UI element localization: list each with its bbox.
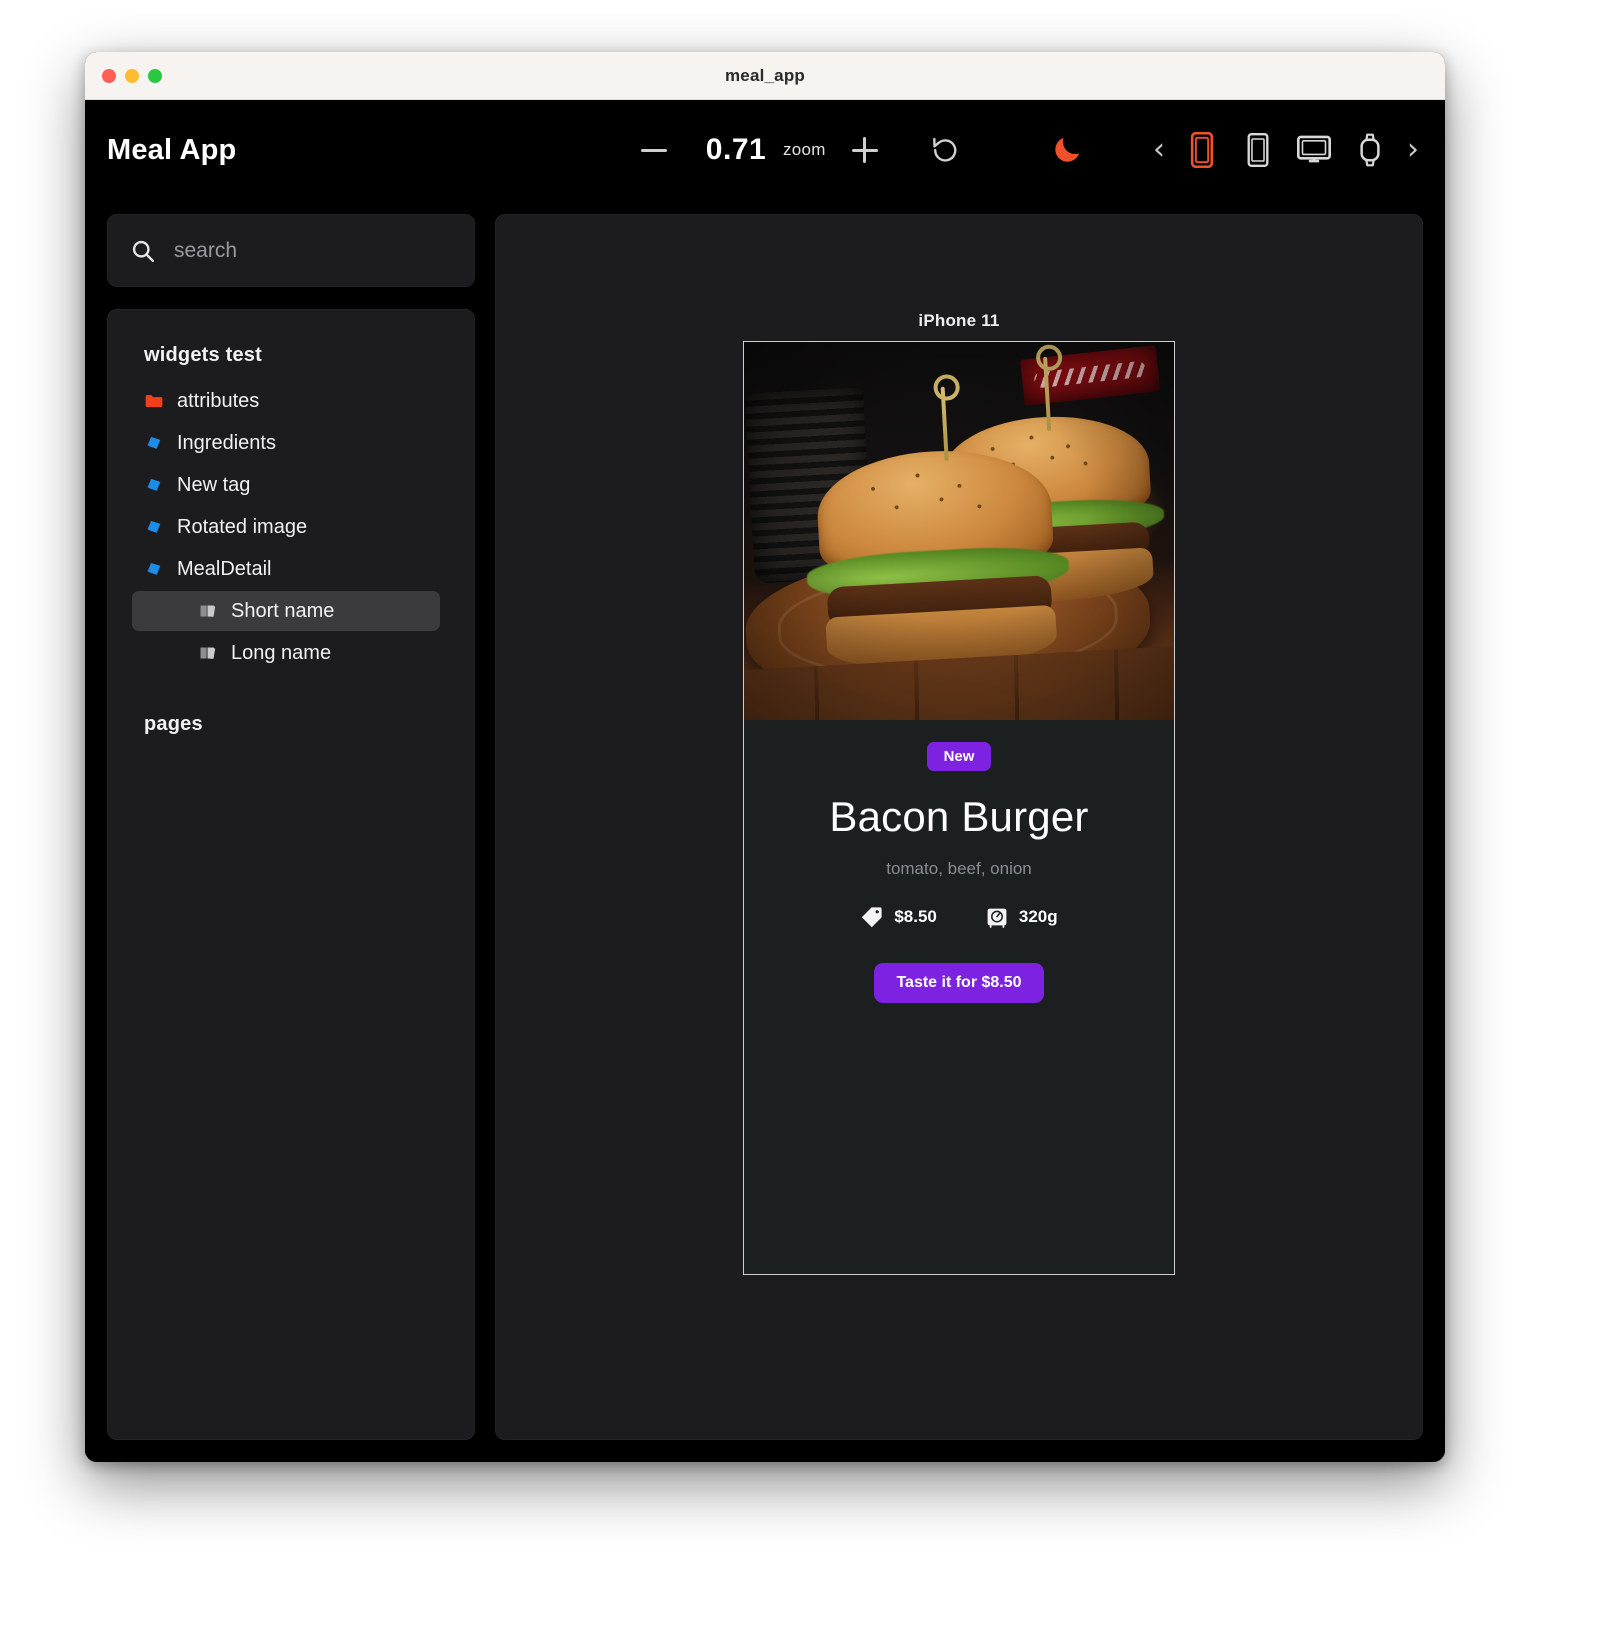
sidebar: widgets test attributes Ingredients	[107, 214, 475, 1440]
component-icon	[147, 436, 161, 449]
meal-meta-row: $8.50 320g	[744, 905, 1174, 929]
navigation-tree: widgets test attributes Ingredients New …	[107, 309, 475, 1440]
zoom-reset-button[interactable]	[904, 135, 986, 165]
story-icon	[200, 647, 216, 659]
component-icon	[147, 520, 161, 533]
tree-item-attributes[interactable]: attributes	[108, 381, 462, 421]
tree-item-label: Rotated image	[177, 515, 308, 538]
device-selector: ‹ ›	[1153, 100, 1419, 200]
zoom-value: 0.71	[705, 133, 767, 166]
tablet-icon	[1247, 133, 1269, 167]
window-titlebar: meal_app	[85, 52, 1445, 100]
folder-icon	[145, 395, 163, 408]
status-badge: New	[926, 742, 992, 771]
meal-card-body: New Bacon Burger tomato, beef, onion $8.…	[744, 720, 1174, 1003]
dark-mode-toggle-button[interactable]	[1050, 133, 1084, 167]
watch-icon	[1360, 133, 1380, 167]
device-frame: New Bacon Burger tomato, beef, onion $8.…	[743, 341, 1175, 1275]
tree-item-rotated-image[interactable]: Rotated image	[108, 507, 462, 547]
meal-weight-value: 320g	[1018, 907, 1058, 926]
tree-item-label: New tag	[177, 473, 251, 496]
search-box[interactable]	[107, 214, 475, 287]
meal-image	[744, 342, 1174, 720]
tree-section-title-widgets-test: widgets test	[144, 344, 262, 366]
tree-item-label: Long name	[231, 641, 332, 664]
app-root: Meal App 0.71 zoom ‹ › search widgets te…	[85, 100, 1445, 1462]
tree-item-short-name[interactable]: Short name	[132, 591, 440, 631]
tree-section-title-pages: pages	[144, 713, 203, 735]
zoom-in-button[interactable]	[851, 137, 904, 163]
traffic-lights	[102, 68, 162, 83]
zoom-label: zoom	[783, 140, 826, 159]
zoom-out-button[interactable]	[615, 148, 693, 152]
theme-toggle-wrap	[1050, 100, 1084, 200]
taste-it-button[interactable]: Taste it for $8.50	[874, 963, 1044, 1003]
component-icon	[147, 478, 161, 491]
meal-title: Bacon Burger	[829, 793, 1089, 840]
meal-weight: 320g	[985, 905, 1058, 929]
phone-icon	[1190, 132, 1214, 168]
meal-price-value: $8.50	[894, 907, 937, 926]
minimize-window-button[interactable]	[125, 68, 139, 83]
tree-item-label: attributes	[177, 389, 260, 412]
app-brand-title: Meal App	[107, 133, 237, 166]
device-phone-button[interactable]	[1183, 131, 1221, 169]
tree-item-mealdetail[interactable]: MealDetail	[108, 549, 462, 589]
meal-price: $8.50	[860, 905, 937, 929]
chevron-left-icon[interactable]: ‹	[1153, 135, 1165, 165]
toolbar: Meal App 0.71 zoom ‹ ›	[85, 100, 1445, 200]
meal-ingredients: tomato, beef, onion	[886, 859, 1032, 878]
scale-icon	[987, 908, 1007, 928]
close-window-button[interactable]	[102, 68, 116, 83]
tree-item-ingredients[interactable]: Ingredients	[108, 423, 462, 463]
desktop-icon	[1297, 135, 1331, 163]
zoom-controls: 0.71 zoom	[615, 100, 986, 200]
minus-icon	[641, 148, 667, 152]
maximize-window-button[interactable]	[148, 68, 162, 83]
app-body: widgets test attributes Ingredients	[85, 200, 1445, 1462]
search-input[interactable]	[174, 238, 452, 263]
tree-item-label: Ingredients	[177, 431, 276, 454]
moon-icon	[1055, 137, 1080, 162]
device-size-label: iPhone 11	[918, 311, 1000, 330]
device-desktop-button[interactable]	[1295, 131, 1333, 169]
price-tag-icon	[862, 907, 882, 928]
device-watch-button[interactable]	[1351, 131, 1389, 169]
search-icon	[132, 240, 154, 262]
rotate-ccw-icon	[932, 137, 957, 162]
tree-item-label: Short name	[231, 599, 335, 622]
component-icon	[147, 562, 161, 575]
device-tablet-button[interactable]	[1239, 131, 1277, 169]
plus-icon	[851, 137, 878, 163]
preview-canvas: iPhone 11 New Bacon Burger tomato, beef,…	[495, 214, 1423, 1440]
photo-vignette	[744, 342, 1174, 720]
tree-item-long-name[interactable]: Long name	[132, 633, 440, 673]
meal-photo-canvas	[744, 342, 1174, 720]
chevron-right-icon[interactable]: ›	[1407, 135, 1419, 165]
tree-item-new-tag[interactable]: New tag	[108, 465, 462, 505]
app-window: meal_app Meal App 0.71 zoom ‹ › search w…	[85, 52, 1445, 1462]
story-icon	[200, 605, 216, 617]
tree-item-label: MealDetail	[177, 557, 272, 580]
window-title: meal_app	[724, 65, 806, 85]
